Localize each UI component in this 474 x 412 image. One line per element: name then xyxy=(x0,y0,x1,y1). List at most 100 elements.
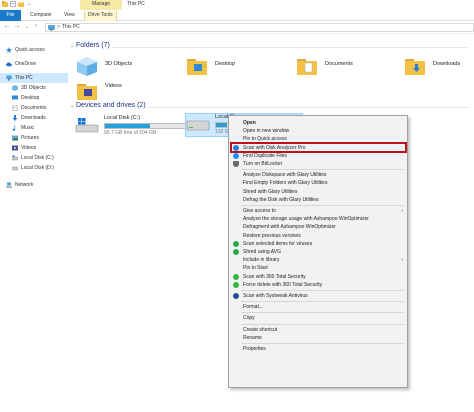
menu-item-format[interactable]: Format... xyxy=(229,303,407,311)
address-bar[interactable]: > This PC xyxy=(45,23,474,32)
recent-locations-button[interactable]: ⌄ xyxy=(23,23,31,31)
menu-item-copy[interactable]: Copy xyxy=(229,314,407,322)
section-divider xyxy=(148,107,468,108)
tab-view[interactable]: View xyxy=(64,11,75,21)
menu-item-open[interactable]: Open xyxy=(229,119,407,127)
menu-item-analyze-diskspace-with-glary-utilities[interactable]: Analyze Diskspace with Glary Utilities xyxy=(229,171,407,179)
drives-section-title: Devices and drives (2) xyxy=(76,102,146,109)
menu-item-give-access-to[interactable]: Give access to › xyxy=(229,207,407,215)
video-icon xyxy=(12,145,18,151)
folder-downloads[interactable]: Downloads xyxy=(403,55,474,81)
menu-item-label: Find Duplicate Files xyxy=(243,152,287,159)
sidebar-item-documents[interactable]: Documents xyxy=(12,103,70,113)
manage-tab[interactable]: Manage xyxy=(80,0,122,10)
sidebar-item-local-disk-c[interactable]: Local Disk (C:) xyxy=(12,153,70,163)
back-button[interactable]: ← xyxy=(3,23,11,31)
menu-separator xyxy=(241,169,404,171)
sidebar-item-videos[interactable]: Videos xyxy=(12,143,70,153)
properties-quick-icon[interactable] xyxy=(10,1,16,7)
menu-item-label: Defrag the Disk with Glary Utilities xyxy=(243,196,319,203)
drive-icon xyxy=(186,120,210,131)
sidebar-item-this-pc[interactable]: This PC xyxy=(0,73,68,83)
menu-item-label: Turn on BitLocker xyxy=(243,161,283,167)
menu-item-label: Force delete with 360 Total Security xyxy=(243,281,323,288)
security-360-icon xyxy=(233,281,239,288)
forward-button[interactable]: → xyxy=(13,23,21,31)
menu-item-label: Scan with 360 Total Security xyxy=(243,273,306,280)
sidebar-item-3d-objects[interactable]: 3D Objects xyxy=(12,83,70,93)
menu-item-label: Analyze the storage usage with Ashampoo … xyxy=(243,216,369,223)
drive-icon xyxy=(12,166,18,171)
menu-item-include-in-library[interactable]: Include in library › xyxy=(229,256,407,264)
window-title: This PC xyxy=(127,1,145,7)
network-icon xyxy=(6,182,12,188)
drives-section-header[interactable]: ⌄ Devices and drives (2) xyxy=(70,102,146,109)
menu-item-turn-on-bitlocker[interactable]: Turn on BitLocker xyxy=(229,160,407,168)
folder-3d-objects[interactable]: 3D Objects xyxy=(75,55,175,81)
cube-icon xyxy=(12,85,18,91)
menu-item-find-duplicate-files[interactable]: Find Duplicate Files xyxy=(229,152,407,160)
folder-icon xyxy=(187,59,207,75)
folders-section-header[interactable]: ⌄ Folders (7) xyxy=(70,42,110,49)
menu-item-label: Create shortcut xyxy=(243,326,278,333)
folder-icon xyxy=(297,59,317,75)
sidebar-item-local-disk-d[interactable]: Local Disk (D:) xyxy=(12,163,70,173)
tab-drive-tools[interactable]: Drive Tools xyxy=(84,11,117,21)
new-folder-quick-icon[interactable] xyxy=(18,1,24,7)
menu-item-shred-with-glary-utilities[interactable]: Shred with Glary Utilities xyxy=(229,188,407,196)
menu-item-scan-with-systweak-antivirus[interactable]: Scan with Systweak Antivirus xyxy=(229,292,407,300)
menu-item-force-delete-with-360-total-security[interactable]: Force delete with 360 Total Security xyxy=(229,281,407,289)
menu-item-pin-to-start[interactable]: Pin to Start xyxy=(229,264,407,272)
folder-documents[interactable]: Documents xyxy=(295,55,395,81)
drive-local-disk-c[interactable]: Local Disk (C:) 95.7 GB free of 204 GB xyxy=(75,115,193,139)
explorer-icon xyxy=(2,1,8,7)
breadcrumb-this-pc[interactable]: This PC xyxy=(62,24,80,31)
sidebar-item-onedrive[interactable]: OneDrive xyxy=(6,59,70,69)
sidebar-item-network[interactable]: Network xyxy=(6,180,70,190)
tab-file[interactable]: File xyxy=(0,10,21,21)
folder-desktop[interactable]: Desktop xyxy=(185,55,285,81)
menu-item-label: Copy xyxy=(243,315,255,322)
submenu-arrow-icon: › xyxy=(401,208,403,214)
systweak-icon xyxy=(233,293,239,299)
menu-item-find-empty-folders-with-glary-utilities[interactable]: Find Empty Folders with Glary Utilities xyxy=(229,179,407,187)
menu-item-label: Defragment with Ashampoo WinOptimizer xyxy=(243,224,336,231)
up-button[interactable]: ↑ xyxy=(32,23,40,31)
menu-item-properties[interactable]: Properties xyxy=(229,345,407,353)
menu-separator xyxy=(241,290,404,291)
menu-item-analyze-the-storage-usage-with-ashampoo-winoptimizer[interactable]: Analyze the storage usage with Ashampoo … xyxy=(229,215,407,223)
menu-item-label: Restore previous versions xyxy=(243,232,301,239)
sidebar-item-quick-access[interactable]: Quick access xyxy=(6,45,70,55)
menu-item-rename[interactable]: Rename xyxy=(229,334,407,342)
menu-item-open-in-new-window[interactable]: Open in new window xyxy=(229,127,407,135)
sidebar-item-downloads[interactable]: Downloads xyxy=(12,113,70,123)
sidebar-item-desktop[interactable]: Desktop xyxy=(12,93,70,103)
submenu-arrow-icon: › xyxy=(401,257,403,264)
duplicate-icon xyxy=(233,152,239,159)
menu-item-shred-using-avg[interactable]: Shred using AVG xyxy=(229,248,407,256)
menu-separator xyxy=(241,301,404,303)
menu-item-defrag-the-disk-with-glary-utilities[interactable]: Defrag the Disk with Glary Utilities xyxy=(229,196,407,204)
cube-folder-icon xyxy=(77,57,97,76)
avg-icon xyxy=(233,240,239,247)
sidebar-item-music[interactable]: Music xyxy=(12,123,70,133)
sidebar-item-pictures[interactable]: Pictures xyxy=(12,133,70,143)
drive-usage-bar xyxy=(104,123,190,129)
music-icon xyxy=(12,125,16,131)
tab-computer[interactable]: Computer xyxy=(30,11,52,21)
drive-icon xyxy=(12,155,18,161)
menu-item-create-shortcut[interactable]: Create shortcut xyxy=(229,326,407,334)
menu-item-scan-selected-items-for-viruses[interactable]: Scan selected items for viruses xyxy=(229,240,407,248)
menu-item-restore-previous-versions[interactable]: Restore previous versions xyxy=(229,232,407,240)
menu-item-defragment-with-ashampoo-winoptimizer[interactable]: Defragment with Ashampoo WinOptimizer xyxy=(229,223,407,231)
menu-item-label: Open in new window xyxy=(243,128,290,135)
menu-item-label: Scan with Systweak Antivirus xyxy=(243,293,308,299)
qa-dropdown-icon[interactable]: ⌄ xyxy=(27,0,33,7)
menu-separator xyxy=(241,343,404,344)
menu-item-scan-with-360-total-security[interactable]: Scan with 360 Total Security xyxy=(229,273,407,281)
avg-icon xyxy=(233,249,239,255)
star-icon xyxy=(6,47,12,53)
menu-item-label: Include in library xyxy=(243,257,280,264)
address-row: ← → ⌄ ↑ > This PC xyxy=(0,21,474,34)
download-icon xyxy=(12,115,18,121)
